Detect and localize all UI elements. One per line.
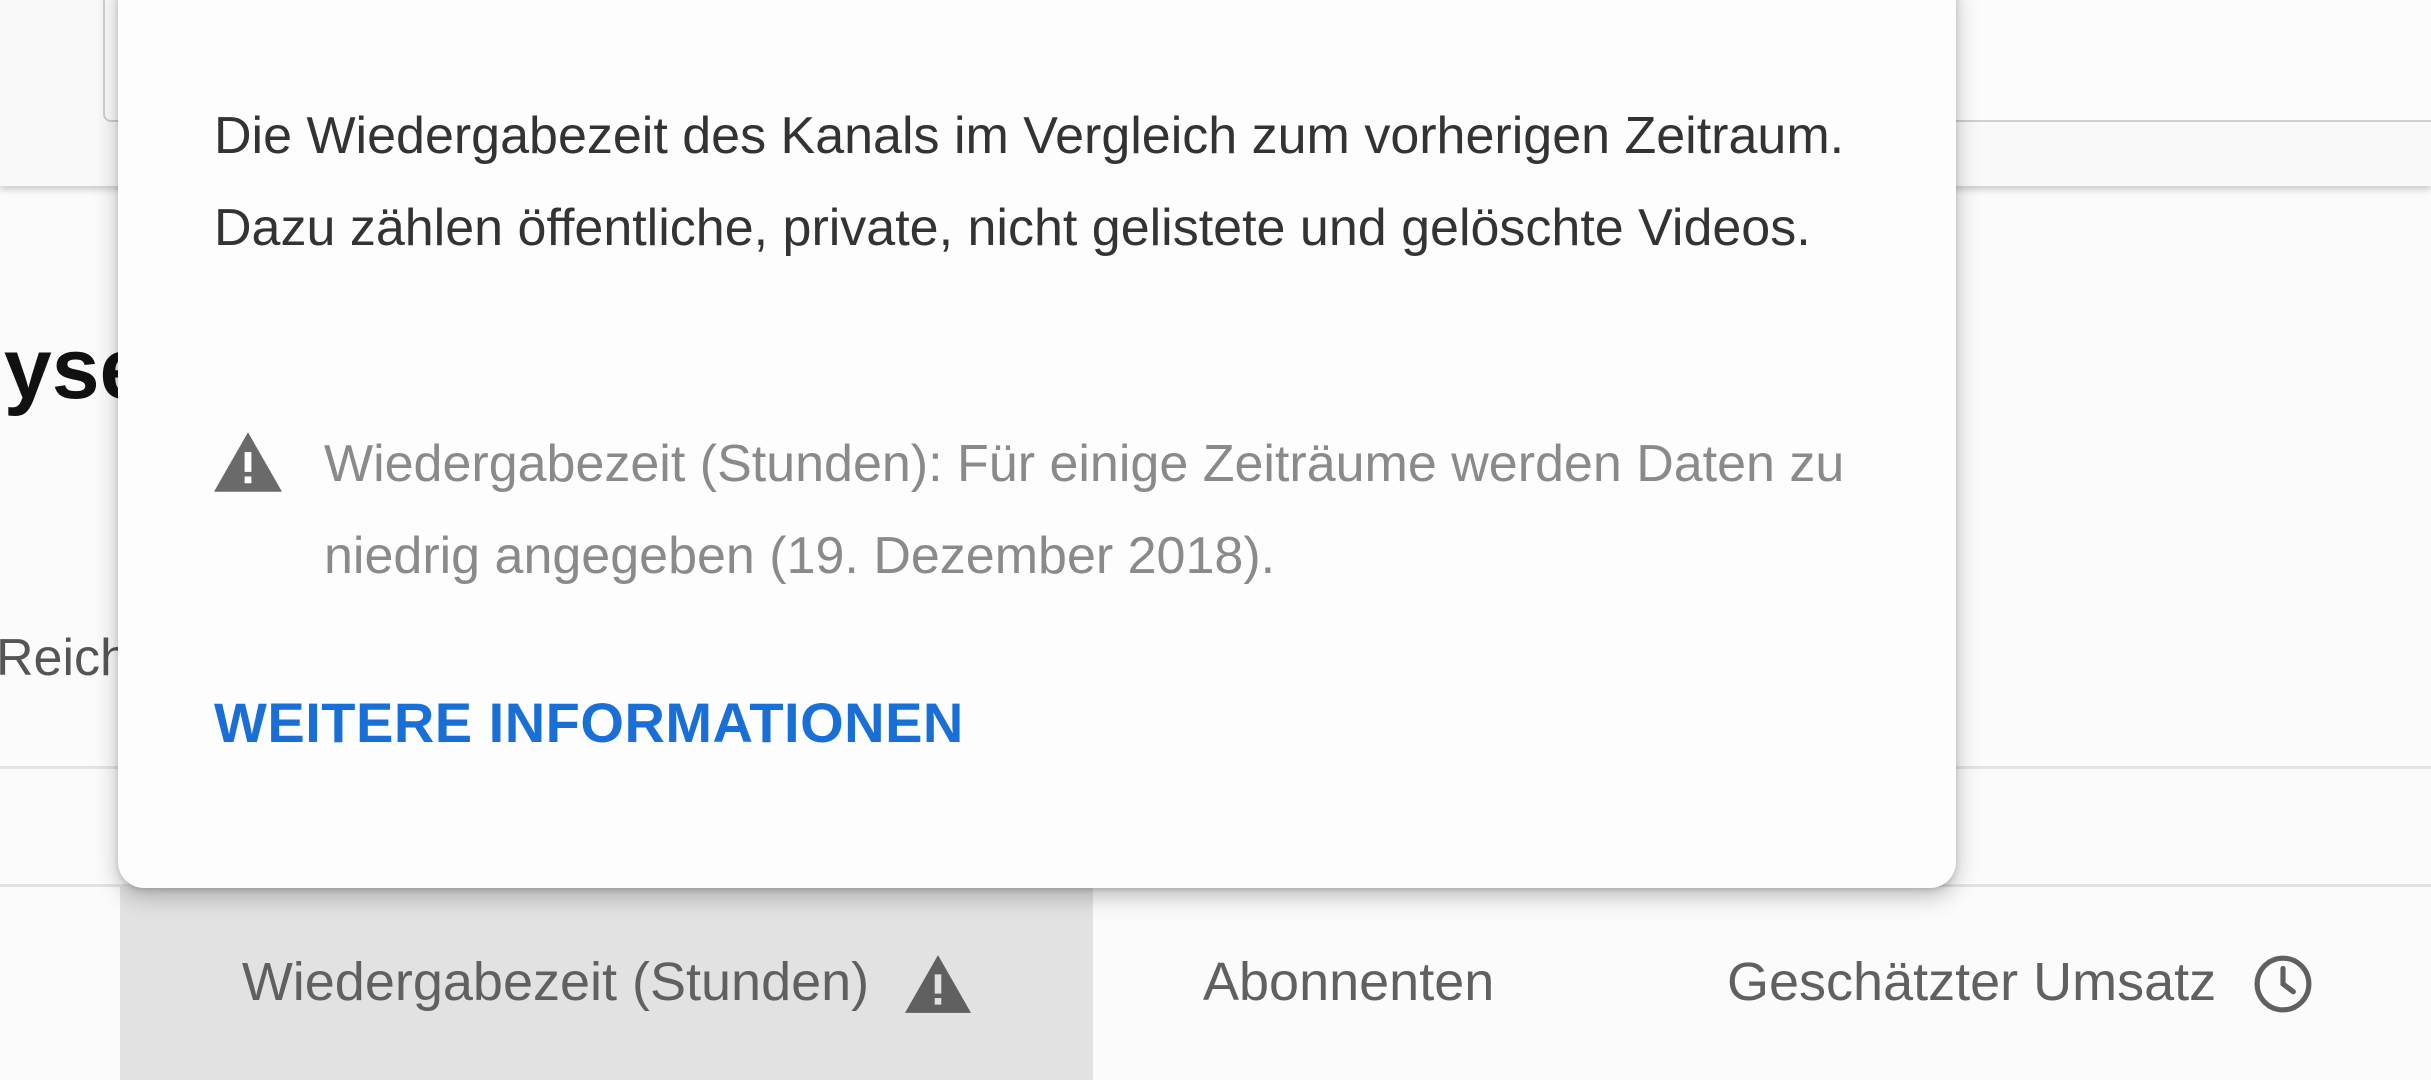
analytics-page: lyse Reich Wiedergabezeit (Stunden) Abon…	[0, 0, 2431, 1080]
metric-tab-revenue[interactable]: Geschätzter Umsatz	[1727, 887, 2314, 1080]
warning-triangle-icon	[905, 954, 972, 1013]
learn-more-link[interactable]: WEITERE INFORMATIONEN	[214, 690, 964, 755]
metric-tab-watch-time[interactable]: Wiedergabezeit (Stunden)	[120, 887, 1093, 1080]
warning-text: Wiedergabezeit (Stunden): Für einige Zei…	[324, 435, 1845, 585]
warning-triangle-icon	[214, 432, 282, 497]
metric-tab-label: Geschätzter Umsatz	[1727, 951, 2217, 1012]
metric-tab-subscribers[interactable]: Abonnenten	[1203, 887, 1494, 1080]
clock-icon	[2252, 953, 2314, 1015]
metric-tab-label: Wiedergabezeit (Stunden)	[241, 951, 870, 1012]
tab-reach[interactable]: Reich	[0, 628, 129, 688]
metric-tab-label: Abonnenten	[1203, 951, 1495, 1012]
metric-tabs: Wiedergabezeit (Stunden) Abonnenten Gesc…	[0, 887, 2431, 1080]
tooltip-description: Die Wiedergabezeit des Kanals im Verglei…	[214, 107, 1845, 257]
